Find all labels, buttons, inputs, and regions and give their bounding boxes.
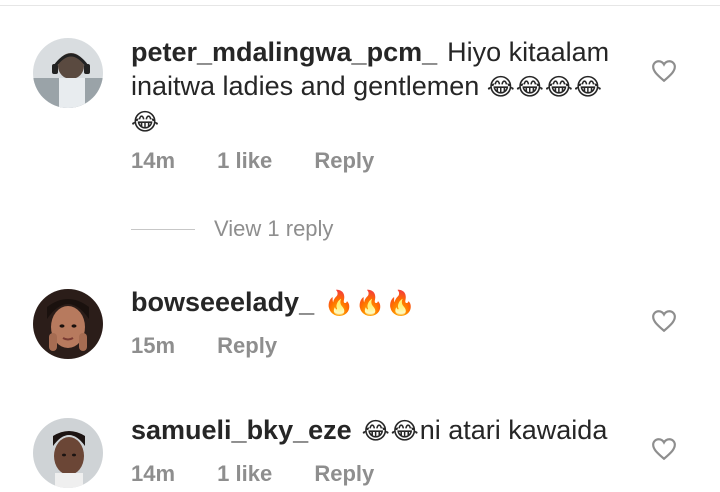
comment-meta: 15m Reply: [131, 333, 313, 359]
comment-meta: 14m 1 like Reply: [131, 148, 410, 174]
timestamp: 14m: [131, 461, 176, 486]
timestamp: 15m: [131, 333, 176, 358]
heart-icon[interactable]: [651, 59, 677, 83]
reply-button[interactable]: Reply: [314, 148, 374, 173]
replies-divider: [131, 228, 195, 230]
comment-meta: 14m 1 like Reply: [131, 461, 410, 487]
comment-text: bowseeelady_ 🔥🔥🔥: [131, 285, 631, 320]
avatar[interactable]: [33, 289, 103, 359]
likes-count[interactable]: 1 like: [217, 461, 272, 486]
username[interactable]: peter_mdalingwa_pcm_: [131, 37, 437, 67]
view-replies-label[interactable]: View 1 reply: [214, 216, 333, 242]
heart-icon[interactable]: [651, 309, 677, 333]
reply-button[interactable]: Reply: [217, 333, 277, 358]
avatar[interactable]: [33, 418, 103, 488]
avatar[interactable]: [33, 38, 103, 108]
timestamp: 14m: [131, 148, 176, 173]
view-replies[interactable]: View 1 reply: [131, 214, 333, 244]
username[interactable]: bowseeelady_: [131, 287, 314, 317]
likes-count[interactable]: 1 like: [217, 148, 272, 173]
comment-text: samueli_bky_eze 😂😂ni atari kawaida: [131, 413, 631, 448]
reply-button[interactable]: Reply: [314, 461, 374, 486]
username[interactable]: samueli_bky_eze: [131, 415, 352, 445]
top-divider: [0, 0, 720, 6]
emoji-laughing: 😂😂: [361, 417, 420, 445]
emoji-fire: 🔥🔥🔥: [324, 289, 417, 317]
comment-body: ni atari kawaida: [419, 415, 608, 445]
comment-text: peter_mdalingwa_pcm_ Hiyo kitaalam inaitw…: [131, 35, 631, 139]
heart-icon[interactable]: [651, 437, 677, 461]
